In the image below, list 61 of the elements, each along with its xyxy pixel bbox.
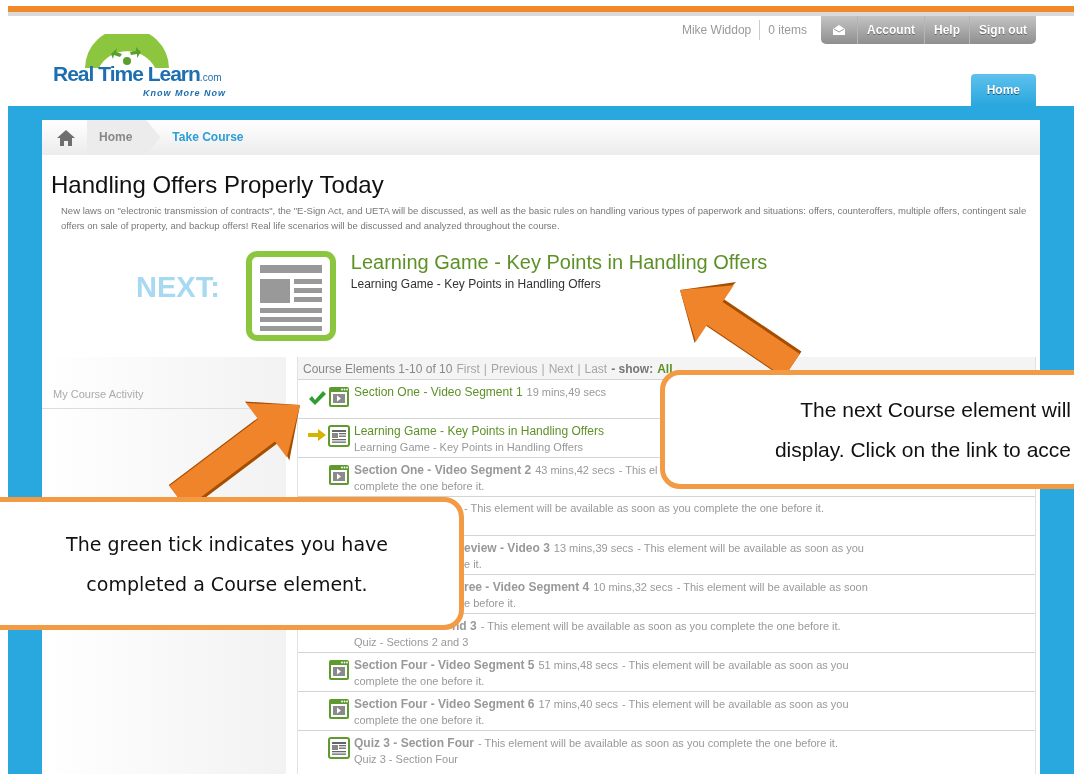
next-element-link[interactable]: Learning Game - Key Points in Handling Offers bbox=[350, 251, 768, 274]
availability-note: - This element will be available as soon as you complete the one before it. bbox=[480, 620, 841, 632]
element-title[interactable]: Learning Game - Key Points in Handling Offers bbox=[354, 424, 604, 438]
show-all-link[interactable]: All bbox=[657, 362, 673, 376]
account-menu-button[interactable]: Sign out bbox=[969, 16, 1036, 44]
elements-summary: Course Elements 1-10 of 10 bbox=[303, 362, 453, 376]
availability-note: - This el bbox=[618, 464, 658, 476]
next-element-subtitle: Learning Game - Key Points in Handling Offers bbox=[350, 277, 602, 291]
element-title: ree - Video Segment 4 bbox=[464, 580, 590, 594]
pager-separator: | bbox=[541, 362, 545, 376]
element-subtitle: complete the one before it. bbox=[354, 675, 486, 687]
video-icon bbox=[328, 659, 350, 681]
element-subtitle: Quiz - Sections 2 and 3 bbox=[354, 636, 470, 648]
document-icon bbox=[328, 737, 350, 759]
course-title: Handling Offers Properly Today bbox=[51, 171, 385, 199]
availability-note: - This element will be available as soon bbox=[676, 581, 868, 593]
element-subtitle: Quiz 3 - Section Four bbox=[354, 753, 459, 765]
element-title: Section One - Video Segment 2 bbox=[354, 463, 532, 477]
availability-note: - This element will be available as soon as you complete the one before it. bbox=[464, 502, 824, 514]
show-label: - show: bbox=[611, 362, 654, 376]
course-description: New laws on "electronic transmission of contracts", the "E-Sign Act, and UETA will be discussed, as well as the basic rules on handling various types of paperwork and situations: offers, counteroffers, multiple offers, contingent sale offers on sale of property, and backup offers! Real life scenarios will be discussed and analyzed throughout the course. bbox=[61, 204, 1028, 233]
availability-note: - This element will be available as soon as you bbox=[637, 542, 864, 554]
logo-wordmark[interactable]: Real Time Learn.com bbox=[53, 64, 253, 88]
element-duration: 51 mins,48 secs bbox=[538, 659, 618, 671]
element-subtitle: complete the one before it. bbox=[354, 480, 486, 492]
element-duration: 13 mins,39 secs bbox=[553, 542, 634, 554]
logo-tagline: Know More Now bbox=[143, 88, 227, 98]
availability-note: - This element will be available as soon as you complete the one before it. bbox=[478, 737, 838, 749]
nav-tab[interactable]: Home bbox=[970, 74, 1036, 106]
video-icon bbox=[328, 386, 350, 408]
element-duration: 19 mins,49 secs bbox=[526, 386, 607, 398]
document-icon bbox=[328, 425, 350, 447]
cart-items-link[interactable]: 0 items bbox=[760, 23, 821, 37]
pager-separator: | bbox=[483, 362, 487, 376]
element-subtitle: e it. bbox=[464, 558, 483, 570]
user-name: Mike Widdop bbox=[673, 20, 761, 40]
element-title: Section Four - Video Segment 5 bbox=[354, 658, 535, 672]
pager-separator: | bbox=[577, 362, 581, 376]
envelope-icon bbox=[833, 25, 845, 35]
element-subtitle: e before it. bbox=[464, 597, 517, 609]
availability-note: - This element will be available as soon as you bbox=[621, 698, 849, 710]
element-title: Section Four - Video Segment 6 bbox=[354, 697, 535, 711]
next-label: NEXT: bbox=[136, 271, 220, 304]
element-subtitle: complete the one before it. bbox=[354, 714, 486, 726]
document-icon[interactable] bbox=[245, 251, 336, 341]
video-icon bbox=[328, 464, 350, 486]
element-title[interactable]: Section One - Video Segment 1 bbox=[354, 385, 523, 399]
element-duration: 43 mins,42 secs bbox=[535, 464, 615, 476]
element-subtitle: Learning Game - Key Points in Handling Offers bbox=[354, 441, 585, 453]
element-duration: 10 mins,32 secs bbox=[593, 581, 673, 593]
account-menu-button[interactable]: Account bbox=[857, 16, 924, 44]
account-menu-button[interactable]: Help bbox=[924, 16, 969, 44]
video-icon bbox=[328, 698, 350, 720]
callout-text: The next Course element will display. Click on the link to acce bbox=[773, 396, 1071, 463]
element-title: eview - Video 3 bbox=[464, 541, 550, 555]
element-title: Quiz 3 - Section Four bbox=[354, 736, 474, 750]
home-icon[interactable] bbox=[57, 129, 75, 146]
breadcrumb-link[interactable]: Take Course bbox=[160, 120, 272, 155]
element-duration: 17 mins,40 secs bbox=[538, 698, 618, 710]
availability-note: - This element will be available as soon as you bbox=[621, 659, 849, 671]
callout-text: The green tick indicates you have completed a Course element. bbox=[65, 531, 388, 597]
